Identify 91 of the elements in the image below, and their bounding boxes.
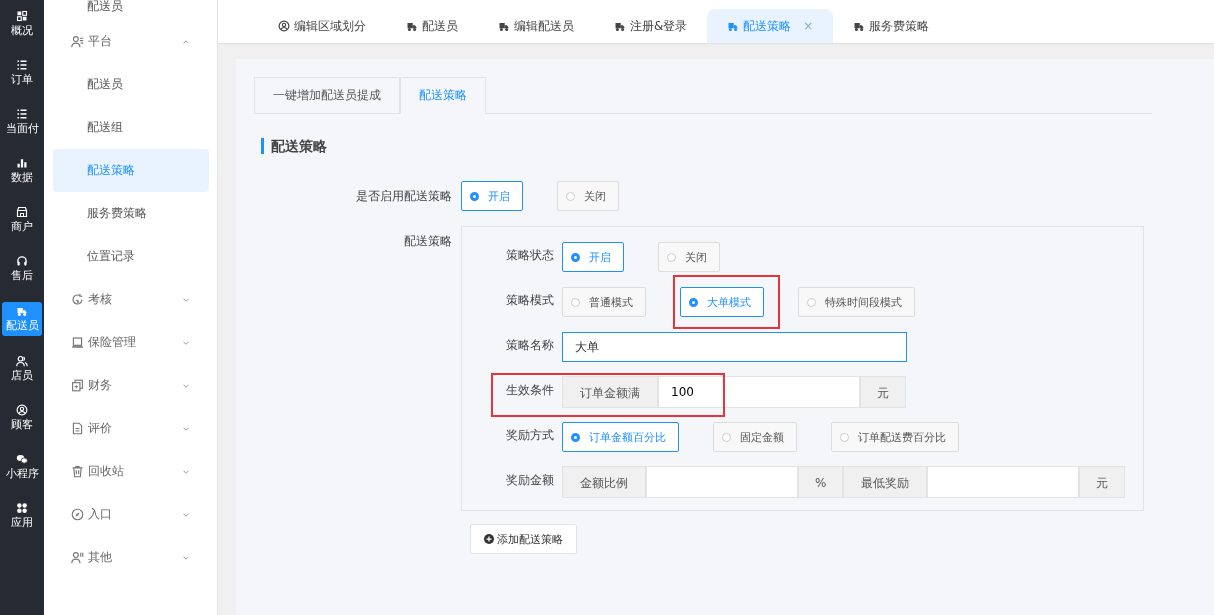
radio-icon [566, 191, 575, 201]
radio-icon [840, 432, 849, 442]
sidebar-item[interactable]: 配送组 [53, 106, 209, 149]
input-field[interactable] [927, 466, 1080, 498]
add-strategy-button[interactable]: 添加配送策略 [470, 524, 577, 554]
field-label: 策略状态 [505, 247, 555, 264]
sidebar-group[interactable]: 平台 [53, 20, 209, 63]
radio-option[interactable]: 特殊时间段模式 [798, 287, 915, 317]
tab[interactable]: 服务费策略 [833, 9, 950, 43]
radio-option[interactable]: 关闭 [658, 242, 720, 272]
chat-bubbles-icon [16, 453, 28, 465]
sidebar-group[interactable]: 其他 [53, 536, 209, 579]
input-suffix: % [798, 466, 844, 498]
radio-icon [667, 252, 676, 262]
user-icon [71, 551, 84, 564]
sidebar-group[interactable]: 财务 [53, 364, 209, 407]
input-suffix: 元 [1079, 466, 1126, 498]
sidebar-item[interactable]: 配送员 [53, 0, 209, 20]
input-field[interactable]: 100 [658, 376, 860, 408]
bar-chart-icon [16, 157, 28, 169]
store-icon [16, 206, 28, 218]
delivery-icon [498, 20, 510, 32]
field-label: 配送策略 [403, 233, 453, 250]
radio-icon [722, 432, 731, 442]
delivery-icon [614, 20, 626, 32]
delivery-icon [16, 305, 28, 317]
rail-item[interactable]: 商户 [2, 204, 42, 236]
sidebar-group[interactable]: 评价 [53, 407, 209, 450]
list-icon [16, 108, 28, 120]
trash-icon [71, 465, 84, 478]
tab[interactable]: 一键增加配送员提成 [254, 77, 400, 113]
radio-option[interactable]: 关闭 [557, 181, 619, 211]
radio-icon [571, 432, 580, 442]
input-suffix: 元 [860, 376, 906, 408]
sidebar-item[interactable]: 配送员 [53, 63, 209, 106]
input-prefix: 订单金额满 [562, 376, 658, 408]
radio-option[interactable]: 固定金额 [713, 422, 797, 452]
sidebar-group[interactable]: 回收站 [53, 450, 209, 493]
radio-icon [689, 297, 698, 307]
field-label: 策略模式 [505, 292, 555, 309]
radio-option[interactable]: 订单配送费百分比 [831, 422, 959, 452]
delivery-icon [727, 20, 740, 32]
radio-option[interactable]: 普通模式 [562, 287, 646, 317]
field-label: 是否启用配送策略 [355, 188, 453, 205]
rail-item[interactable]: 应用 [2, 500, 42, 532]
input-field[interactable] [646, 466, 798, 498]
delivery-icon [406, 20, 418, 32]
list-icon [16, 59, 28, 71]
documents-icon [71, 379, 84, 392]
radio-icon [571, 297, 580, 307]
users-icon [16, 355, 28, 367]
user-circle-icon [16, 404, 28, 416]
sidebar-item[interactable]: 位置记录 [53, 235, 209, 278]
input-prefix: 最低奖励 [843, 466, 928, 498]
radio-icon [571, 252, 580, 262]
radio-icon [807, 297, 816, 307]
rail-item[interactable]: 概况 [2, 8, 42, 40]
user-circle-icon [278, 20, 290, 32]
radio-icon [470, 191, 479, 201]
laptop-icon [71, 336, 84, 349]
field-label: 奖励方式 [505, 427, 555, 444]
section-title: 配送策略 [261, 138, 327, 154]
user-list-icon [71, 35, 84, 48]
headset-icon [16, 255, 28, 267]
refresh-clock-icon [71, 293, 84, 306]
name-input[interactable]: 大单 [562, 332, 907, 362]
rail-item[interactable]: 店员 [2, 353, 42, 385]
document-icon [71, 422, 84, 435]
rail-item[interactable]: 顾客 [2, 402, 42, 434]
field-label: 奖励金额 [505, 472, 555, 489]
sidebar-group[interactable]: 考核 [53, 278, 209, 321]
rail-item[interactable]: 订单 [2, 57, 42, 89]
grid-icon [16, 10, 28, 22]
compass-icon [71, 508, 84, 521]
rail-item[interactable]: 当面付 [2, 106, 42, 138]
field-label: 生效条件 [505, 382, 555, 399]
tab[interactable]: 编辑配送员 [478, 9, 594, 43]
delivery-icon [853, 20, 866, 32]
tab[interactable]: 注册&登录 [594, 9, 708, 43]
apps-icon [16, 502, 28, 514]
rail-item[interactable]: 小程序 [2, 451, 42, 483]
sidebar-group[interactable]: 保险管理 [53, 321, 209, 364]
tab[interactable]: 配送员 [386, 9, 478, 43]
plus-circle-icon [484, 534, 494, 544]
rail-item[interactable]: 售后 [2, 253, 42, 285]
field-label: 策略名称 [505, 337, 555, 354]
sidebar-item[interactable]: 服务费策略 [53, 192, 209, 235]
tab[interactable]: 编辑区域划分 [258, 9, 386, 43]
rail-item[interactable]: 数据 [2, 155, 42, 187]
input-prefix: 金额比例 [562, 466, 646, 498]
sidebar-group[interactable]: 入口 [53, 493, 209, 536]
